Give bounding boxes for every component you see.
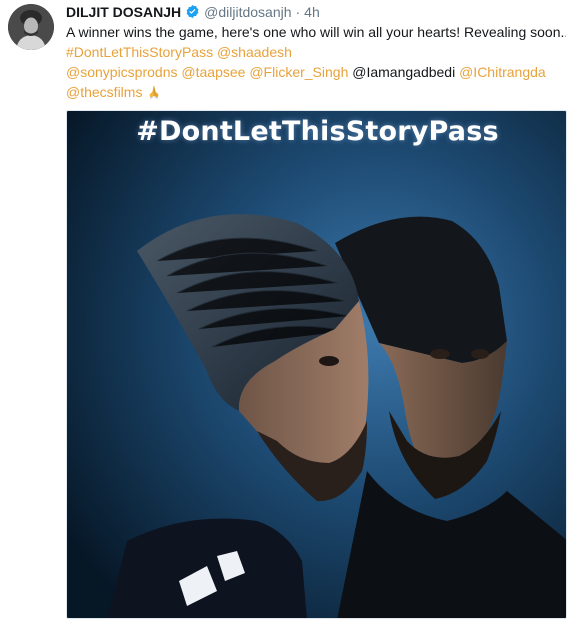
- mention-link-flicker-singh[interactable]: @Flicker_Singh: [249, 64, 348, 80]
- tweet-text-line: #DontLetThisStoryPass @shaadesh: [66, 42, 566, 62]
- mention-link-thecsfilms[interactable]: @thecsfilms: [66, 84, 142, 100]
- tweet-timestamp[interactable]: 4h: [304, 4, 320, 20]
- mention-text-iamangadbedi: @Iamangadbedi: [352, 64, 456, 80]
- tweet-text-line: A winner wins the game, here's one who w…: [66, 22, 566, 42]
- author-handle[interactable]: @diljitdosanjh: [204, 4, 291, 20]
- tweet[interactable]: DILJIT DOSANJH @diljitdosanjh · 4h A win…: [0, 0, 571, 629]
- mention-link-shaadesh[interactable]: @shaadesh: [217, 44, 292, 60]
- tweet-text-line: @sonypicsprodns @taapsee @Flicker_Singh …: [66, 62, 566, 82]
- mention-link-taapsee[interactable]: @taapsee: [181, 64, 245, 80]
- verified-badge-icon: [185, 4, 200, 19]
- tweet-body-text: A winner wins the game, here's one who w…: [66, 24, 566, 40]
- tweet-text: A winner wins the game, here's one who w…: [66, 22, 566, 102]
- mention-link-sonypicsprodns[interactable]: @sonypicsprodns: [66, 64, 178, 80]
- tweet-content: DILJIT DOSANJH @diljitdosanjh · 4h A win…: [66, 2, 566, 102]
- mention-link-ichitrangda[interactable]: @IChitrangda: [459, 64, 546, 80]
- avatar[interactable]: [8, 4, 54, 50]
- avatar-image: [8, 4, 54, 50]
- tweet-media-image[interactable]: #DontLetThisStoryPass: [66, 110, 567, 619]
- author-name[interactable]: DILJIT DOSANJH: [66, 4, 181, 20]
- tweet-text-line: @thecsfilms: [66, 82, 566, 102]
- poster-artwork: [67, 111, 566, 618]
- poster-title: #DontLetThisStoryPass: [136, 116, 499, 147]
- tweet-header: DILJIT DOSANJH @diljitdosanjh · 4h: [66, 2, 566, 21]
- folded-hands-icon: [146, 84, 162, 100]
- hashtag-link[interactable]: #DontLetThisStoryPass: [66, 44, 213, 60]
- header-separator: ·: [295, 3, 301, 20]
